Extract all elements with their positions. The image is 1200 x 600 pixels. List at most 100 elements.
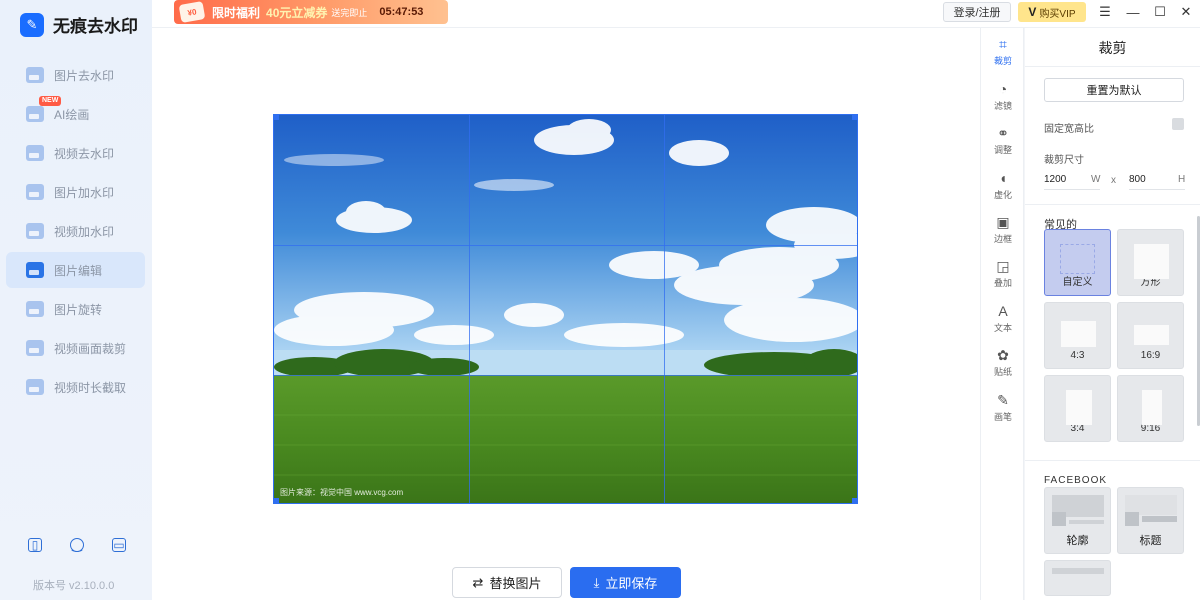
sidebar-item-image-rotate[interactable]: 图片旋转 bbox=[6, 291, 145, 327]
lock-ratio-checkbox[interactable] bbox=[1172, 118, 1184, 130]
sidebar-item-video-crop[interactable]: 视频画面裁剪 bbox=[6, 330, 145, 366]
image-add-icon bbox=[26, 184, 44, 200]
tool-label: 滤镜 bbox=[993, 100, 1012, 111]
sidebar-item-label: 视频加水印 bbox=[54, 224, 115, 239]
maximize-icon[interactable]: ☐ bbox=[1150, 2, 1170, 22]
tool-strip: ⌗ 裁剪 ◔ 滤镜 ⚭ 调整 ◖ 虚化 ▣ 边框 ◲ 叠加 A 文本 ✿ 贴纸 … bbox=[980, 28, 1024, 600]
preset-shape bbox=[1142, 390, 1162, 425]
replace-image-button[interactable]: ⇄ 替换图片 bbox=[452, 567, 562, 598]
sidebar-item-label: 视频画面裁剪 bbox=[54, 341, 127, 356]
text-icon: A bbox=[998, 302, 1008, 319]
adjust-icon: ⚭ bbox=[997, 124, 1009, 141]
preset-label: 自定义 bbox=[1062, 277, 1093, 288]
preset-label: 轮廓 bbox=[1066, 535, 1089, 547]
tool-label: 叠加 bbox=[993, 277, 1012, 288]
sidebar-item-image-watermark-add[interactable]: 图片加水印 bbox=[6, 174, 145, 210]
preset-square[interactable]: 方形 bbox=[1117, 229, 1184, 296]
landscape-image bbox=[274, 115, 857, 503]
width-unit: W bbox=[1091, 174, 1101, 185]
menu-icon[interactable]: ☰ bbox=[1095, 2, 1115, 22]
crop-handle[interactable] bbox=[852, 498, 857, 503]
avatar-block bbox=[1052, 512, 1066, 526]
close-icon[interactable]: ✕ bbox=[1176, 2, 1196, 22]
coupon-icon: ¥0 bbox=[178, 1, 206, 23]
save-button[interactable]: ⤓ 立即保存 bbox=[570, 567, 681, 598]
sidebar-item-video-watermark-add[interactable]: 视频加水印 bbox=[6, 213, 145, 249]
app-logo: ✎ 无痕去水印 bbox=[20, 12, 138, 37]
minimize-icon[interactable]: — bbox=[1123, 2, 1143, 22]
buy-vip-label: 购买VIP bbox=[1039, 8, 1076, 20]
divider bbox=[1025, 66, 1200, 67]
panel-title: 裁剪 bbox=[1098, 40, 1127, 56]
tool-label: 文本 bbox=[993, 322, 1012, 333]
image-icon bbox=[26, 67, 44, 83]
preset-facebook-profile[interactable]: 轮廓 bbox=[1044, 487, 1111, 554]
sidebar-item-image-watermark-remove[interactable]: 图片去水印 bbox=[6, 57, 145, 93]
sidebar-item-video-watermark-remove[interactable]: 视频去水印 bbox=[6, 135, 145, 171]
sidebar-item-label: 图片编辑 bbox=[54, 263, 103, 278]
tool-border[interactable]: ▣ 边框 bbox=[981, 209, 1025, 249]
sidebar-item-label: AI绘画 bbox=[54, 107, 90, 122]
sticker-icon: ✿ bbox=[997, 346, 1009, 363]
reset-default-button[interactable]: 重置为默认 bbox=[1044, 78, 1184, 102]
tool-overlay[interactable]: ◲ 叠加 bbox=[981, 253, 1025, 293]
tool-text[interactable]: A 文本 bbox=[981, 298, 1025, 338]
tool-label: 画笔 bbox=[993, 411, 1012, 422]
border-icon: ▣ bbox=[996, 213, 1010, 230]
tool-crop[interactable]: ⌗ 裁剪 bbox=[981, 31, 1025, 71]
new-badge: NEW bbox=[39, 96, 62, 106]
login-button[interactable]: 登录/注册 bbox=[943, 2, 1011, 22]
preset-custom[interactable]: 自定义 bbox=[1044, 229, 1111, 296]
divider bbox=[1025, 204, 1200, 205]
version-label: 版本号 v2.10.0.0 bbox=[33, 580, 115, 592]
image-credit: 图片来源：视觉中国 www.vcg.com bbox=[280, 488, 404, 497]
preset-facebook-cover[interactable]: 标题 bbox=[1117, 487, 1184, 554]
height-underline bbox=[1129, 189, 1185, 190]
lock-ratio-label: 固定宽高比 bbox=[1044, 124, 1094, 135]
crop-handle[interactable] bbox=[274, 115, 279, 120]
video-icon bbox=[26, 145, 44, 161]
tool-sticker[interactable]: ✿ 贴纸 bbox=[981, 342, 1025, 382]
video-crop-icon bbox=[26, 340, 44, 356]
title-block bbox=[1142, 516, 1177, 522]
replace-icon: ⇄ bbox=[472, 574, 484, 590]
sidebar-item-label: 图片旋转 bbox=[54, 302, 103, 317]
sidebar-item-video-trim[interactable]: 视频时长截取 bbox=[6, 369, 145, 405]
preset-16-9[interactable]: 16:9 bbox=[1117, 302, 1184, 369]
phone-icon[interactable]: ▯ bbox=[28, 538, 42, 552]
brush-icon: ✎ bbox=[997, 391, 1009, 408]
promo-banner[interactable]: ¥0 限时福利 40元立减券 送完即止 05:47:53 bbox=[174, 0, 448, 24]
promo-coupon: 40元立减券 bbox=[266, 5, 328, 20]
preset-facebook-post[interactable] bbox=[1044, 560, 1111, 596]
avatar-block bbox=[1125, 512, 1139, 526]
ai-paint-icon bbox=[26, 106, 44, 122]
facebook-section-title: FACEBOOK bbox=[1044, 475, 1108, 486]
crop-icon: ⌗ bbox=[999, 35, 1007, 52]
preset-4-3[interactable]: 4:3 bbox=[1044, 302, 1111, 369]
image-edit-icon bbox=[26, 262, 44, 278]
blur-icon: ◖ bbox=[998, 169, 1008, 186]
preset-9-16[interactable]: 9:16 bbox=[1117, 375, 1184, 442]
sidebar-nav: 图片去水印 NEW AI绘画 视频去水印 图片加水印 视频加水印 图片编辑 图片… bbox=[6, 57, 145, 408]
smile-icon[interactable]: ‿ bbox=[70, 538, 84, 552]
crop-handle[interactable] bbox=[274, 498, 279, 503]
crop-grid-line bbox=[469, 115, 470, 503]
width-input[interactable]: 1200 bbox=[1044, 174, 1066, 185]
tool-filter[interactable]: ◔ 滤镜 bbox=[981, 76, 1025, 116]
preset-3-4[interactable]: 3:4 bbox=[1044, 375, 1111, 442]
buy-vip-button[interactable]: V 购买VIP bbox=[1018, 2, 1086, 22]
sidebar-item-image-edit[interactable]: 图片编辑 bbox=[6, 252, 145, 288]
tool-brush[interactable]: ✎ 画笔 bbox=[981, 387, 1025, 427]
edit-image[interactable]: 图片来源：视觉中国 www.vcg.com bbox=[273, 114, 858, 504]
preset-shape bbox=[1134, 325, 1169, 345]
tool-blur[interactable]: ◖ 虚化 bbox=[981, 165, 1025, 205]
height-input[interactable]: 800 bbox=[1129, 174, 1146, 185]
tool-adjust[interactable]: ⚭ 调整 bbox=[981, 120, 1025, 160]
canvas-area: 图片来源：视觉中国 www.vcg.com ⇄ 替换图片 ⤓ 立即保存 bbox=[152, 28, 980, 600]
crop-panel: 裁剪 重置为默认 固定宽高比 裁剪尺寸 1200 W x 800 H 常见的 自… bbox=[1025, 28, 1200, 600]
preset-label: 4:3 bbox=[1070, 350, 1085, 361]
crop-handle[interactable] bbox=[852, 115, 857, 120]
sidebar-item-ai-drawing[interactable]: NEW AI绘画 bbox=[6, 96, 145, 132]
window-icon[interactable]: ▭ bbox=[112, 538, 126, 552]
tool-label: 裁剪 bbox=[993, 55, 1012, 66]
